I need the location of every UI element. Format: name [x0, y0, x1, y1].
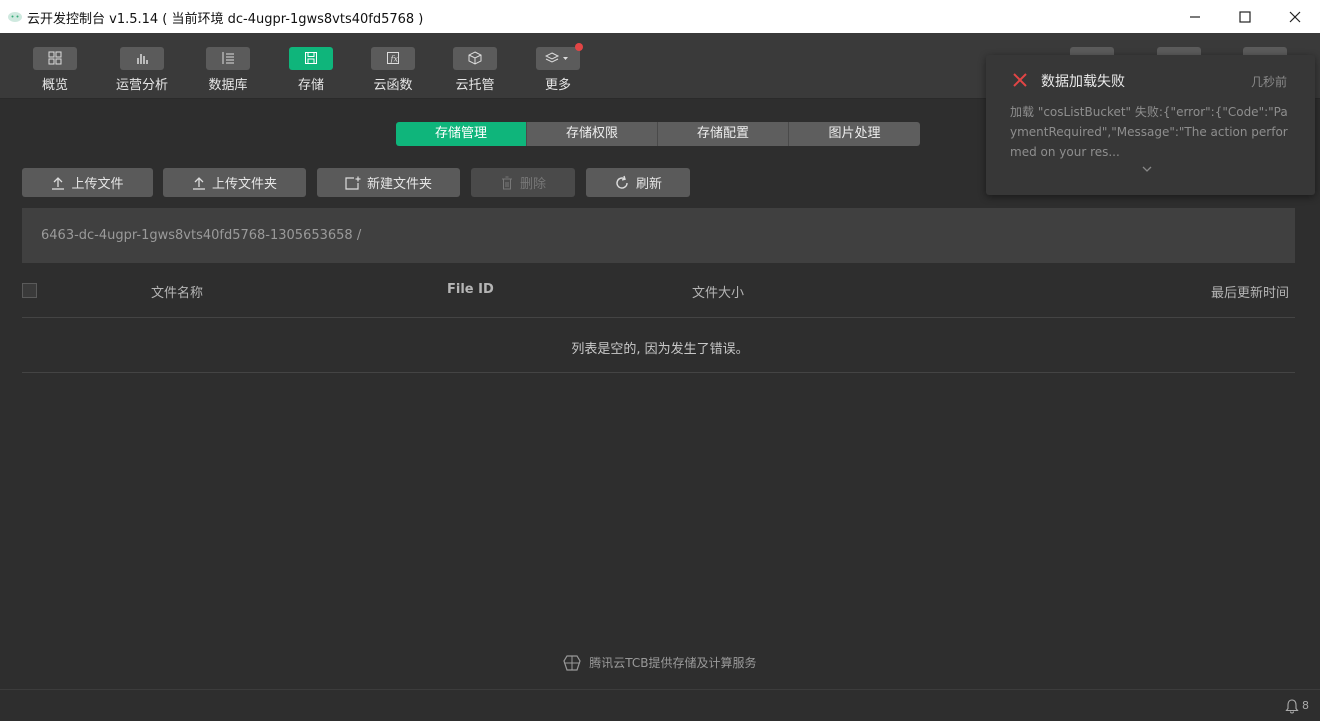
new-folder-label: 新建文件夹 — [366, 177, 432, 192]
tab-image-processing[interactable]: 图片处理 — [789, 122, 920, 146]
minimize-button[interactable] — [1170, 0, 1220, 33]
refresh-button[interactable]: 刷新 — [586, 168, 690, 197]
storage-tabs: 存储管理 存储权限 存储配置 图片处理 — [396, 122, 920, 146]
nav-label: 概览 — [41, 78, 68, 93]
svg-text:fx: fx — [390, 55, 399, 64]
nav-item-analytics[interactable]: 运营分析 — [107, 47, 177, 93]
new-folder-button[interactable]: 新建文件夹 — [317, 168, 460, 197]
upload-file-button[interactable]: 上传文件 — [22, 168, 153, 197]
chevron-down-icon[interactable] — [1141, 165, 1153, 173]
empty-list-message: 列表是空的, 因为发生了错误。 — [571, 342, 749, 357]
path-text[interactable]: 6463-dc-4ugpr-1gws8vts40fd5768-130565365… — [41, 228, 361, 243]
nav-button — [289, 47, 333, 70]
tab-storage-config[interactable]: 存储配置 — [658, 122, 789, 146]
toast-message: 加载 "cosListBucket" 失败:{"error":{"Code":"… — [1010, 105, 1288, 159]
nav-item-overview[interactable]: 概览 — [20, 47, 90, 93]
close-button[interactable] — [1270, 0, 1320, 33]
path-breadcrumb: 6463-dc-4ugpr-1gws8vts40fd5768-130565365… — [22, 208, 1295, 263]
toast-timestamp: 几秒前 — [1251, 75, 1288, 89]
nav-label: 运营分析 — [115, 78, 168, 93]
nav-button — [33, 47, 77, 70]
nav-button — [120, 47, 164, 70]
tab-storage-management[interactable]: 存储管理 — [396, 122, 527, 146]
maximize-button[interactable] — [1220, 0, 1270, 33]
maximize-icon — [1239, 10, 1251, 23]
error-icon — [1013, 73, 1027, 87]
error-toast: 数据加载失败 几秒前 加载 "cosListBucket" 失败:{"error… — [986, 55, 1315, 195]
nav-item-cloud-hosting[interactable]: 云托管 — [440, 47, 510, 93]
nav-button: fx — [371, 47, 415, 70]
bar-chart-icon — [137, 54, 148, 64]
nav-label: 存储 — [297, 78, 324, 93]
refresh-label: 刷新 — [635, 177, 662, 192]
footer-credit: 腾讯云TCB提供存储及计算服务 — [0, 654, 1320, 671]
window-title: 云开发控制台 v1.5.14 ( 当前环境 dc-4ugpr-1gws8vts4… — [27, 12, 424, 27]
column-header-file-size[interactable]: 文件大小 — [692, 282, 744, 301]
layers-icon — [545, 52, 568, 63]
notification-dot — [575, 43, 583, 51]
table-divider — [22, 372, 1295, 373]
column-header-file-id[interactable]: File ID — [447, 282, 494, 297]
bell-icon[interactable] — [1285, 699, 1299, 714]
nav-label: 数据库 — [208, 78, 248, 93]
app-logo-icon — [8, 12, 22, 22]
column-header-last-modified[interactable]: 最后更新时间 — [1211, 282, 1289, 301]
close-icon — [1289, 11, 1301, 22]
save-icon — [305, 52, 317, 64]
nav-label: 云函数 — [373, 78, 413, 93]
new-folder-icon — [345, 176, 361, 190]
nav-item-storage[interactable]: 存储 — [276, 47, 346, 93]
upload-file-label: 上传文件 — [71, 177, 124, 192]
upload-icon — [192, 176, 205, 190]
refresh-icon — [616, 175, 628, 189]
cube-icon — [468, 51, 482, 65]
delete-label: 删除 — [519, 177, 546, 192]
nav-item-more[interactable]: 更多 — [523, 43, 593, 93]
table-divider — [22, 317, 1295, 318]
trash-icon — [501, 176, 512, 189]
database-icon — [222, 52, 234, 64]
nav-button — [206, 47, 250, 70]
toast-title: 数据加载失败 — [1041, 74, 1125, 90]
upload-folder-button[interactable]: 上传文件夹 — [163, 168, 306, 197]
grid-icon — [48, 51, 62, 65]
delete-button[interactable]: 删除 — [471, 168, 575, 197]
nav-item-functions[interactable]: fx 云函数 — [358, 47, 428, 93]
nav-button — [536, 43, 583, 70]
upload-folder-label: 上传文件夹 — [211, 177, 277, 192]
column-header-filename[interactable]: 文件名称 — [151, 282, 203, 301]
nav-button — [453, 47, 497, 70]
nav-label: 云托管 — [455, 78, 495, 93]
nav-item-database[interactable]: 数据库 — [193, 47, 263, 93]
footer-text: 腾讯云TCB提供存储及计算服务 — [589, 656, 757, 670]
title-bar: 云开发控制台 v1.5.14 ( 当前环境 dc-4ugpr-1gws8vts4… — [0, 0, 1320, 33]
minimize-icon — [1190, 15, 1200, 18]
notification-count: 8 — [1302, 699, 1309, 712]
tencent-cloud-logo-icon — [563, 654, 582, 671]
status-bar: 8 — [0, 689, 1320, 721]
select-all-checkbox[interactable] — [22, 283, 37, 298]
upload-icon — [52, 176, 65, 190]
nav-label: 更多 — [544, 78, 571, 93]
tab-storage-permissions[interactable]: 存储权限 — [527, 122, 658, 146]
function-icon: fx — [387, 52, 399, 64]
